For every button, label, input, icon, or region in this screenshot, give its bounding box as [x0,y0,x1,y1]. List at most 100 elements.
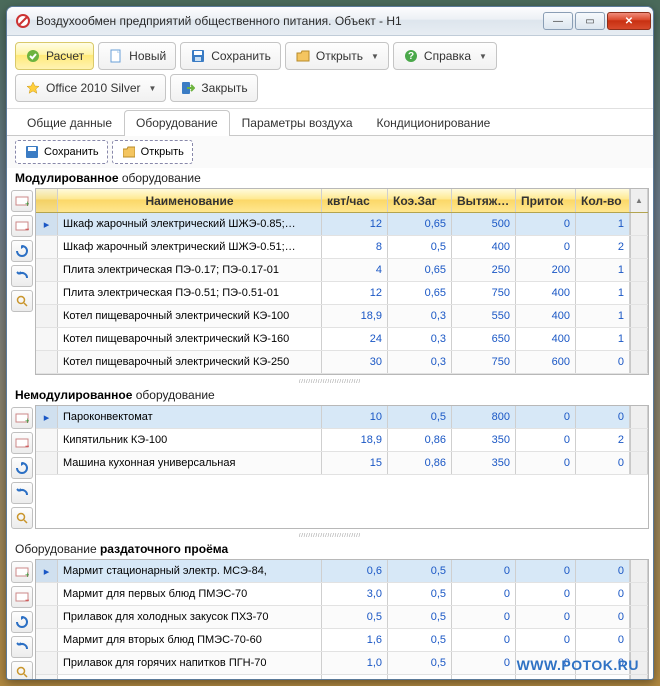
cell-vyt[interactable]: 0 [452,629,516,651]
row-indicator[interactable] [36,236,58,258]
cell-name[interactable]: Плита электрическая ПЭ-0.51; ПЭ-0.51-01 [58,282,322,304]
theme-button[interactable]: Office 2010 Silver ▼ [15,74,166,102]
col-kw[interactable]: квт/час [322,189,388,212]
close-window-button[interactable]: ✕ [607,12,651,30]
cell-kz[interactable]: 0,3 [388,328,452,350]
undo-button[interactable] [11,482,33,504]
tab-conditioning[interactable]: Кондиционирование [365,110,503,136]
cell-name[interactable]: Плита электрическая ПЭ-0.17; ПЭ-0.17-01 [58,259,322,281]
row-indicator[interactable] [36,629,58,651]
row-indicator[interactable] [36,282,58,304]
add-row-button[interactable]: + [11,407,33,429]
cell-qty[interactable]: 0 [576,675,630,679]
cell-vyt[interactable]: 750 [452,351,516,373]
refresh-button[interactable] [11,611,33,633]
add-row-button[interactable]: + [11,561,33,583]
cell-pri[interactable]: 0 [516,560,576,582]
row-indicator[interactable] [36,583,58,605]
minimize-button[interactable]: — [543,12,573,30]
cell-name[interactable]: Мармит для вторых блюд ПМЭС-70-60 [58,629,322,651]
cell-kz[interactable]: 0,5 [388,675,452,679]
table-row[interactable]: Мармит для вторых блюд ПМЭС-70-601,60,50… [36,629,648,652]
cell-qty[interactable]: 2 [576,429,630,451]
cell-kw[interactable]: 0,6 [322,560,388,582]
new-button[interactable]: Новый [98,42,176,70]
cell-vyt[interactable]: 0 [452,606,516,628]
col-pri[interactable]: Приток [516,189,576,212]
cell-vyt[interactable]: 800 [452,406,516,428]
save-button[interactable]: Сохранить [180,42,281,70]
cell-qty[interactable]: 0 [576,629,630,651]
row-indicator[interactable] [36,675,58,679]
cell-vyt[interactable]: 650 [452,328,516,350]
row-indicator[interactable] [36,606,58,628]
cell-kw[interactable]: 18,9 [322,429,388,451]
cell-name[interactable]: Шкаф жарочный электрический ШЖЭ-0.51;… [58,236,322,258]
cell-qty[interactable]: 1 [576,305,630,327]
cell-qty[interactable]: 0 [576,606,630,628]
cell-kw[interactable]: 10 [322,406,388,428]
cell-kw[interactable]: 12 [322,282,388,304]
cell-pri[interactable]: 0 [516,452,576,474]
cell-pri[interactable]: 0 [516,236,576,258]
cell-qty[interactable]: 1 [576,328,630,350]
cell-pri[interactable]: 0 [516,406,576,428]
cell-qty[interactable]: 0 [576,406,630,428]
table-row[interactable]: Мармит для первых блюд ПМЭС-703,00,5000 [36,583,648,606]
scroll-up[interactable]: ▲ [630,189,648,212]
cell-pri[interactable]: 200 [516,259,576,281]
cell-name[interactable]: Машина кухонная универсальная [58,452,322,474]
col-vyt[interactable]: Вытяж… [452,189,516,212]
cell-pri[interactable]: 0 [516,213,576,235]
cell-name[interactable]: Котел пищеварочный электрический КЭ-160 [58,328,322,350]
cell-vyt[interactable]: 250 [452,259,516,281]
cell-qty[interactable]: 1 [576,213,630,235]
cell-qty[interactable]: 0 [576,452,630,474]
add-row-button[interactable]: + [11,190,33,212]
tab-air-params[interactable]: Параметры воздуха [230,110,365,136]
undo-button[interactable] [11,636,33,658]
cell-vyt[interactable]: 500 [452,213,516,235]
cell-pri[interactable]: 0 [516,629,576,651]
cell-pri[interactable]: 0 [516,606,576,628]
cell-kw[interactable]: 15 [322,452,388,474]
cell-kw[interactable]: 4 [322,259,388,281]
table-row[interactable]: ▸Мармит стационарный электр. МСЭ-84,0,60… [36,560,648,583]
table-row[interactable]: Машина кухонная универсальная150,8635000 [36,452,648,475]
cell-kw[interactable]: 8 [322,236,388,258]
cell-kw[interactable]: 1,6 [322,629,388,651]
row-indicator[interactable] [36,452,58,474]
footer-url[interactable]: WWW.POTOK.RU [517,657,639,673]
app-close-button[interactable]: Закрыть [170,74,257,102]
cell-vyt[interactable]: 750 [452,282,516,304]
cell-kz[interactable]: 0,86 [388,452,452,474]
cell-kw[interactable]: 0,5 [322,606,388,628]
search-button[interactable] [11,661,33,679]
sub-open-button[interactable]: Открыть [112,140,193,164]
cell-kz[interactable]: 0,5 [388,236,452,258]
remove-row-button[interactable]: − [11,586,33,608]
cell-kw[interactable]: 30 [322,351,388,373]
tab-general[interactable]: Общие данные [15,110,124,136]
cell-pri[interactable]: 0 [516,429,576,451]
cell-kw[interactable]: 18,9 [322,305,388,327]
table-row[interactable]: ▸Шкаф жарочный электрический ШЖЭ-0.85;…1… [36,213,648,236]
row-indicator[interactable]: ▸ [36,213,58,235]
cell-pri[interactable]: 400 [516,328,576,350]
table-row[interactable]: Шкаф жарочный электрический ШЖЭ-0.51;…80… [36,236,648,259]
row-indicator[interactable]: ▸ [36,560,58,582]
cell-pri[interactable]: 400 [516,305,576,327]
maximize-button[interactable]: ▭ [575,12,605,30]
cell-name[interactable]: Прилавок для горячих напитков ПГН-70 [58,652,322,674]
search-button[interactable] [11,507,33,529]
help-button[interactable]: ? Справка ▼ [393,42,497,70]
cell-pri[interactable]: 400 [516,282,576,304]
row-indicator[interactable]: ▸ [36,406,58,428]
table-row[interactable]: Котел пищеварочный электрический КЭ-2503… [36,351,648,374]
cell-kz[interactable]: 0,5 [388,629,452,651]
cell-name[interactable]: Кипятильник КЭ-100 [58,429,322,451]
cell-kz[interactable]: 0,65 [388,213,452,235]
table-row[interactable]: Котел пищеварочный электрический КЭ-1001… [36,305,648,328]
row-indicator[interactable] [36,652,58,674]
cell-kz[interactable]: 0,65 [388,282,452,304]
